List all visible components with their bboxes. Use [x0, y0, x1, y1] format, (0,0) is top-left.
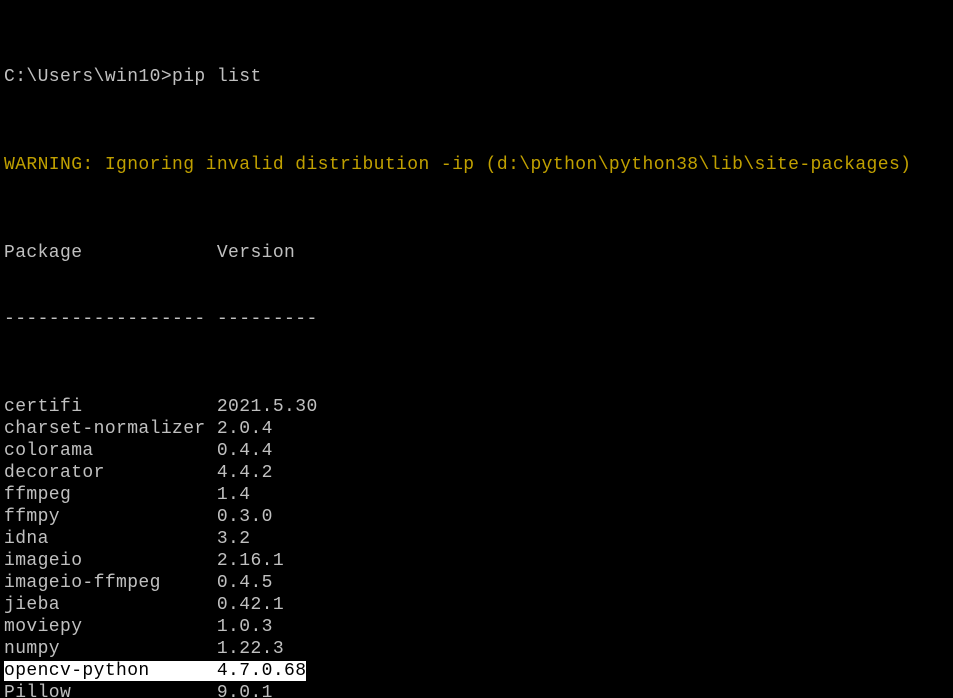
package-name: decorator: [4, 463, 217, 483]
package-name: imageio-ffmpeg: [4, 573, 217, 593]
package-name: colorama: [4, 441, 217, 461]
package-list: certifi 2021.5.30charset-normalizer 2.0.…: [4, 396, 949, 698]
package-row: decorator 4.4.2: [4, 462, 949, 484]
package-row: ffmpy 0.3.0: [4, 506, 949, 528]
package-name: imageio: [4, 551, 217, 571]
package-version: 1.4: [217, 485, 251, 505]
package-version: 0.3.0: [217, 507, 273, 527]
header-line: Package Version: [4, 242, 949, 264]
package-name: ffmpeg: [4, 485, 217, 505]
package-name: jieba: [4, 595, 217, 615]
package-version: 0.4.4: [217, 441, 273, 461]
package-version: 0.4.5: [217, 573, 273, 593]
package-name: opencv-python: [4, 661, 217, 681]
package-row: Pillow 9.0.1: [4, 682, 949, 698]
package-version: 4.7.0.68: [217, 661, 307, 681]
package-name: moviepy: [4, 617, 217, 637]
package-name: certifi: [4, 397, 217, 417]
package-version: 9.0.1: [217, 683, 273, 698]
package-row: opencv-python 4.7.0.68: [4, 660, 949, 682]
header-pad: [82, 243, 216, 263]
package-row: imageio 2.16.1: [4, 550, 949, 572]
package-row: jieba 0.42.1: [4, 594, 949, 616]
package-name: idna: [4, 529, 217, 549]
package-row: ffmpeg 1.4: [4, 484, 949, 506]
header-version: Version: [217, 243, 295, 263]
package-version: 2021.5.30: [217, 397, 318, 417]
package-version: 1.0.3: [217, 617, 273, 637]
package-name: numpy: [4, 639, 217, 659]
package-version: 2.0.4: [217, 419, 273, 439]
package-version: 3.2: [217, 529, 251, 549]
package-name: Pillow: [4, 683, 217, 698]
prompt-path: C:\Users\win10>: [4, 67, 172, 87]
package-name: ffmpy: [4, 507, 217, 527]
prompt-command: pip list: [172, 67, 262, 87]
package-version: 0.42.1: [217, 595, 284, 615]
warning-line: WARNING: Ignoring invalid distribution -…: [4, 154, 949, 176]
package-row: charset-normalizer 2.0.4: [4, 418, 949, 440]
prompt-line: C:\Users\win10>pip list: [4, 66, 949, 88]
package-row: certifi 2021.5.30: [4, 396, 949, 418]
terminal-window[interactable]: C:\Users\win10>pip list WARNING: Ignorin…: [0, 0, 953, 698]
package-name: charset-normalizer: [4, 419, 217, 439]
package-row: imageio-ffmpeg 0.4.5: [4, 572, 949, 594]
package-version: 1.22.3: [217, 639, 284, 659]
header-package: Package: [4, 243, 82, 263]
package-row: idna 3.2: [4, 528, 949, 550]
package-version: 4.4.2: [217, 463, 273, 483]
header-divider: ------------------ ---------: [4, 308, 949, 330]
package-version: 2.16.1: [217, 551, 284, 571]
package-row: moviepy 1.0.3: [4, 616, 949, 638]
package-row: numpy 1.22.3: [4, 638, 949, 660]
package-row: colorama 0.4.4: [4, 440, 949, 462]
